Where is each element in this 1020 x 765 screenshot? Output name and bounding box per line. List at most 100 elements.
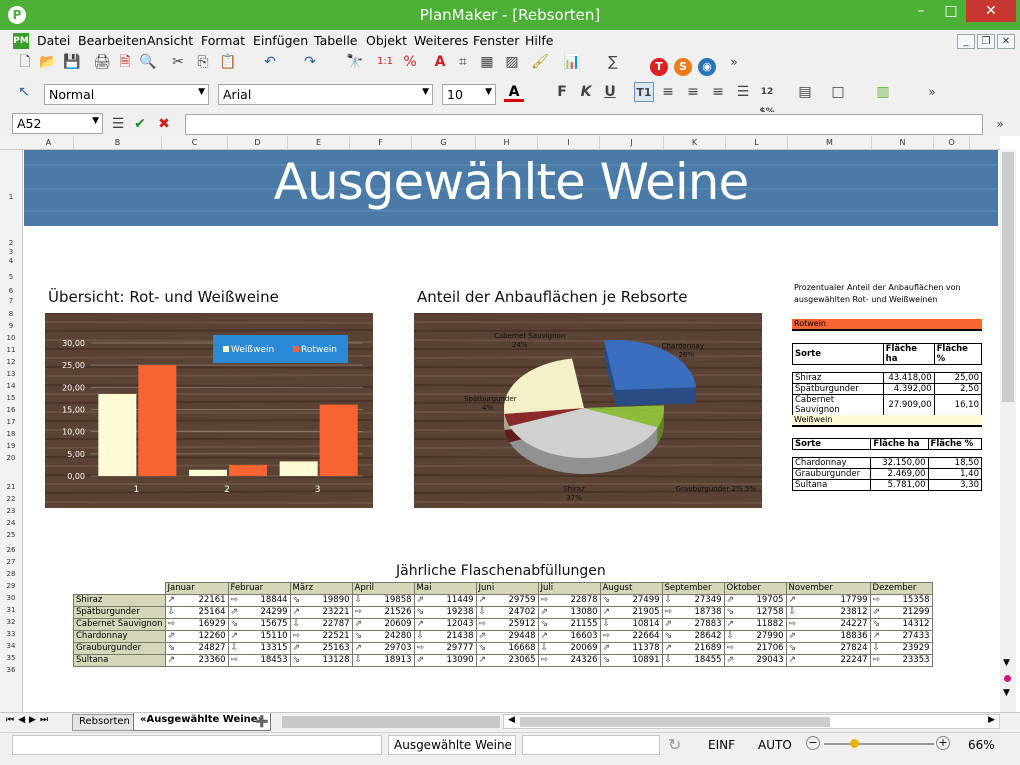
bottling-value[interactable]: 29043 — [756, 655, 783, 665]
wine-name-cell[interactable]: Sultana — [73, 654, 166, 667]
number-format-icon[interactable]: 12 $% — [757, 82, 777, 117]
bottling-value[interactable]: 12758 — [756, 607, 783, 617]
wine-name-cell[interactable]: Chardonnay — [73, 630, 166, 643]
row-header[interactable]: 14 — [0, 382, 22, 390]
bottling-value[interactable]: 13315 — [260, 643, 287, 653]
wine-name-cell[interactable]: Spätburgunder — [73, 606, 166, 619]
bottling-value[interactable]: 16929 — [198, 619, 225, 629]
textframe-icon[interactable]: A — [430, 52, 450, 72]
toolbar-more-icon[interactable]: » — [724, 52, 744, 72]
bottling-value[interactable]: 22878 — [570, 595, 597, 605]
row-header[interactable]: 1 — [0, 193, 22, 201]
bottling-value[interactable]: 22664 — [632, 631, 659, 641]
pie-chart[interactable]: Chardonnay 26% Shiraz 37% Spätburgunder 4% Cab… — [413, 310, 763, 508]
side-table-cell[interactable]: Shiraz — [792, 372, 884, 384]
row-header[interactable]: 25 — [0, 531, 22, 539]
side-table-cell[interactable]: 27.909,00 — [882, 394, 935, 416]
month-header[interactable]: Dezember — [869, 582, 933, 595]
bottling-value[interactable]: 21526 — [384, 607, 411, 617]
column-header[interactable]: L — [726, 136, 788, 150]
column-header[interactable]: G — [412, 136, 476, 150]
row-header[interactable]: 9 — [0, 322, 22, 330]
italic-icon[interactable]: K — [576, 82, 596, 102]
month-header[interactable]: November — [785, 582, 871, 595]
bottling-value[interactable]: 16668 — [508, 643, 535, 653]
side-table-cell[interactable]: Sultana — [791, 479, 872, 491]
bottling-value[interactable]: 23065 — [508, 655, 535, 665]
bottling-value[interactable]: 18455 — [694, 655, 721, 665]
row-header[interactable]: 26 — [0, 546, 22, 554]
bottling-value[interactable]: 18836 — [840, 631, 867, 641]
bottling-value[interactable]: 24280 — [384, 631, 411, 641]
month-header[interactable]: Oktober — [723, 582, 787, 595]
bottling-value[interactable]: 20609 — [384, 619, 411, 629]
bottling-value[interactable]: 19890 — [322, 595, 349, 605]
bottling-value[interactable]: 10814 — [632, 619, 659, 629]
row-header[interactable]: 2 — [0, 239, 22, 247]
bottling-value[interactable]: 22521 — [322, 631, 349, 641]
bar-rotwein[interactable] — [319, 404, 358, 476]
bar-chart[interactable]: 0,00 5,00 10,00 15,00 20,00 25,00 30,00 1 2 3 Weiß… — [44, 310, 374, 508]
row-header[interactable]: 35 — [0, 654, 22, 662]
side-table-cell[interactable]: 43.418,00 — [882, 372, 935, 384]
underline-icon[interactable]: U — [600, 82, 620, 102]
recalc-icon[interactable]: ↻ — [668, 735, 681, 754]
bottling-value[interactable]: 23812 — [840, 607, 867, 617]
month-header[interactable]: September — [661, 582, 725, 595]
side-table-cell[interactable]: 1,40 — [927, 468, 983, 480]
bottling-value[interactable]: 25912 — [508, 619, 535, 629]
bottling-value[interactable]: 22247 — [840, 655, 867, 665]
bottling-value[interactable]: 21905 — [632, 607, 659, 617]
row-header[interactable]: 36 — [0, 666, 22, 674]
bottling-value[interactable]: 13128 — [322, 655, 349, 665]
bottling-value[interactable]: 21155 — [570, 619, 597, 629]
borders-icon[interactable]: ▦ — [477, 52, 497, 72]
month-header[interactable]: Januar — [164, 582, 229, 595]
bar-weiwein[interactable] — [279, 461, 318, 476]
hscroll-thumb[interactable] — [520, 717, 830, 727]
find-icon[interactable]: 🔭 — [345, 52, 365, 72]
print-preview-icon[interactable]: 🔍 — [138, 52, 158, 72]
side-table-cell[interactable]: Grauburgunder — [791, 468, 872, 480]
menu-fenster[interactable]: Fenster — [473, 33, 519, 48]
font-size-select[interactable]: 10 ▼ — [442, 84, 496, 105]
cell-format-icon[interactable]: ▤ — [795, 82, 815, 102]
scroll-down-icon[interactable]: ▼ — [1003, 658, 1010, 668]
zoom-in-icon[interactable]: + — [936, 736, 950, 750]
menu-objekt[interactable]: Objekt — [366, 33, 407, 48]
bottling-value[interactable]: 13090 — [446, 655, 473, 665]
bottling-value[interactable]: 19705 — [756, 595, 783, 605]
bottling-value[interactable]: 23360 — [198, 655, 225, 665]
row-header[interactable]: 22 — [0, 495, 22, 503]
sum-icon[interactable]: ∑ — [603, 52, 623, 72]
close-button[interactable]: ✕ — [966, 0, 1016, 22]
row-header[interactable]: 29 — [0, 582, 22, 590]
bottling-value[interactable]: 29759 — [508, 595, 535, 605]
wine-name-cell[interactable]: Grauburgunder — [73, 642, 166, 655]
bottling-value[interactable]: 18913 — [384, 655, 411, 665]
zoom-icon[interactable]: % — [400, 52, 420, 72]
bottling-value[interactable]: 17799 — [840, 595, 867, 605]
menu-bearbeiten[interactable]: Bearbeiten — [78, 33, 147, 48]
menu-lines-icon[interactable]: ☰ — [108, 114, 128, 134]
side-table-cell[interactable]: 32.150,00 — [870, 457, 929, 469]
row-header[interactable]: 5 — [0, 273, 22, 281]
column-header[interactable]: H — [476, 136, 538, 150]
bottling-value[interactable]: 24827 — [198, 643, 225, 653]
row-header[interactable]: 8 — [0, 310, 22, 318]
bottling-value[interactable]: 23221 — [322, 607, 349, 617]
doc-close-button[interactable]: ✕ — [997, 34, 1015, 49]
bottling-value[interactable]: 15358 — [902, 595, 929, 605]
fill-color-icon[interactable]: ▥ — [873, 82, 893, 102]
text-style-icon[interactable]: T1 — [634, 82, 654, 102]
bottling-value[interactable]: 29448 — [508, 631, 535, 641]
bottling-value[interactable]: 12043 — [446, 619, 473, 629]
bottling-value[interactable]: 22787 — [322, 619, 349, 629]
row-header[interactable]: 23 — [0, 507, 22, 515]
bottling-value[interactable]: 15110 — [260, 631, 287, 641]
bottling-value[interactable]: 21706 — [756, 643, 783, 653]
row-header[interactable]: 10 — [0, 334, 22, 342]
bar-rotwein[interactable] — [229, 464, 267, 476]
scroll-next-icon[interactable]: ▼ — [1003, 688, 1010, 698]
column-header[interactable]: C — [162, 136, 228, 150]
